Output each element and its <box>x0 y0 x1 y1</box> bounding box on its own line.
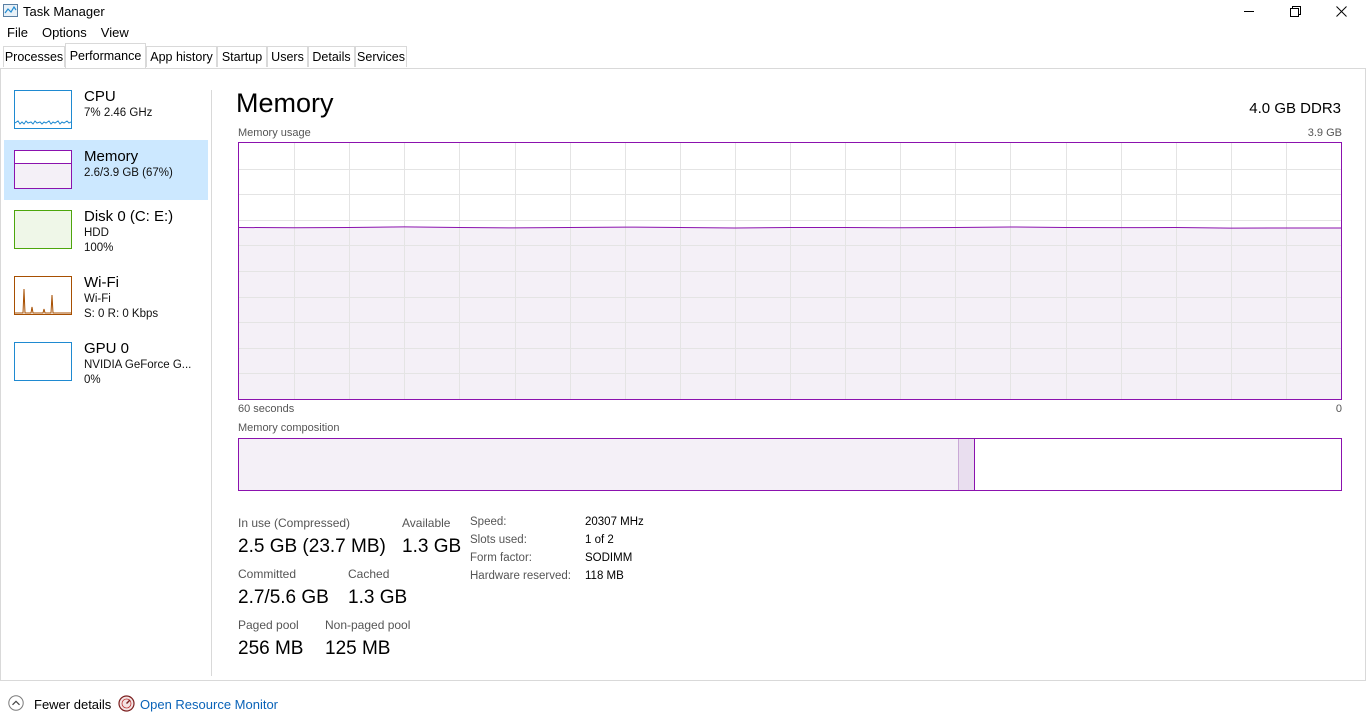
in-use-label: In use (Compressed) <box>238 516 351 530</box>
speed-value: 20307 MHz <box>585 516 644 528</box>
sidebar-item-detail: NVIDIA GeForce G... <box>84 359 192 371</box>
sidebar-item-detail: 0% <box>84 374 101 386</box>
sidebar-item-detail: S: 0 R: 0 Kbps <box>84 308 159 320</box>
memory-usage-plot <box>238 143 1341 399</box>
sidebar-item-memory[interactable]: Memory 2.6/3.9 GB (67%) <box>4 140 208 200</box>
minimize-button[interactable] <box>1226 0 1272 22</box>
task-manager-icon <box>3 4 18 17</box>
menu-file[interactable]: File <box>0 23 35 43</box>
sidebar-item-detail: HDD <box>84 227 109 239</box>
tab-bar: Processes Performance App history Startu… <box>0 43 1366 69</box>
close-button[interactable] <box>1318 0 1364 22</box>
footer-bar: Fewer details Open Resource Monitor <box>0 688 1366 720</box>
slots-used-label: Slots used: <box>470 534 527 546</box>
memory-usage-graph <box>238 142 1342 400</box>
sidebar-item-title: Memory <box>84 148 139 165</box>
non-paged-pool-label: Non-paged pool <box>325 618 411 632</box>
sidebar-item-cpu[interactable]: CPU 7% 2.46 GHz <box>4 80 208 140</box>
panel-divider <box>211 90 212 676</box>
menu-bar: File Options View <box>0 23 1366 43</box>
wifi-thumbnail-graph <box>14 276 72 315</box>
memory-composition-label: Memory composition <box>238 422 340 434</box>
memory-composition-bar <box>238 438 1342 491</box>
tab-details[interactable]: Details <box>308 46 355 67</box>
committed-label: Committed <box>238 567 297 581</box>
tab-app-history[interactable]: App history <box>146 46 217 67</box>
cached-label: Cached <box>348 567 390 581</box>
resource-monitor-icon[interactable] <box>118 695 135 712</box>
menu-view[interactable]: View <box>94 23 136 43</box>
cached-value: 1.3 GB <box>348 587 408 608</box>
tab-processes[interactable]: Processes <box>3 46 65 67</box>
gpu-thumbnail-graph <box>14 342 72 381</box>
available-label: Available <box>402 516 451 530</box>
title-bar: Task Manager <box>0 0 1366 22</box>
fewer-details-link[interactable]: Fewer details <box>34 697 111 712</box>
sidebar-item-title: GPU 0 <box>84 340 130 357</box>
menu-options[interactable]: Options <box>35 23 94 43</box>
composition-modified-segment <box>959 439 975 490</box>
window-title: Task Manager <box>23 4 105 19</box>
paged-pool-value: 256 MB <box>238 638 304 659</box>
composition-in-use-segment <box>239 439 959 490</box>
non-paged-pool-value: 125 MB <box>325 638 391 659</box>
sidebar-item-disk[interactable]: Disk 0 (C: E:) HDD 100% <box>4 200 208 266</box>
speed-label: Speed: <box>470 516 507 528</box>
committed-value: 2.7/5.6 GB <box>238 587 329 608</box>
memory-spec: 4.0 GB DDR3 <box>1249 100 1341 117</box>
sidebar-item-title: Wi-Fi <box>84 274 119 291</box>
restore-button[interactable] <box>1272 0 1318 22</box>
memory-usage-label: Memory usage <box>238 127 311 139</box>
sidebar-item-detail: 2.6/3.9 GB (67%) <box>84 167 173 179</box>
restore-icon <box>1289 5 1301 17</box>
available-value: 1.3 GB <box>402 536 462 557</box>
sidebar-item-detail: Wi-Fi <box>84 293 111 305</box>
slots-used-value: 1 of 2 <box>585 534 614 546</box>
hardware-reserved-value: 118 MB <box>585 570 624 582</box>
form-factor-value: SODIMM <box>585 552 633 564</box>
sidebar-item-detail: 100% <box>84 242 114 254</box>
memory-usage-max: 3.9 GB <box>1307 127 1342 139</box>
memory-thumbnail-graph <box>14 150 72 189</box>
tab-startup[interactable]: Startup <box>217 46 267 67</box>
cpu-thumbnail-graph <box>14 90 72 129</box>
minimize-icon <box>1243 10 1254 12</box>
paged-pool-label: Paged pool <box>238 618 299 632</box>
frame-border-left <box>0 68 1 680</box>
chevron-up-circle-icon[interactable] <box>8 695 24 711</box>
sidebar-item-title: Disk 0 (C: E:) <box>84 208 174 225</box>
sidebar-item-detail: 7% 2.46 GHz <box>84 107 153 119</box>
sidebar-item-gpu[interactable]: GPU 0 NVIDIA GeForce G... 0% <box>4 332 208 398</box>
form-factor-label: Form factor: <box>470 552 532 564</box>
disk-thumbnail-graph <box>14 210 72 249</box>
graph-time-right: 0 <box>1335 403 1342 415</box>
tab-performance[interactable]: Performance <box>65 43 146 68</box>
page-title: Memory <box>236 88 334 118</box>
in-use-value: 2.5 GB (23.7 MB) <box>238 536 386 557</box>
sidebar-item-title: CPU <box>84 88 116 105</box>
graph-time-left: 60 seconds <box>238 403 295 415</box>
open-resource-monitor-link[interactable]: Open Resource Monitor <box>140 697 278 712</box>
sidebar-item-wifi[interactable]: Wi-Fi Wi-Fi S: 0 R: 0 Kbps <box>4 266 208 332</box>
tab-services[interactable]: Services <box>355 46 407 67</box>
frame-border-bottom <box>0 680 1366 681</box>
hardware-reserved-label: Hardware reserved: <box>470 570 571 582</box>
close-icon <box>1335 5 1347 17</box>
tab-users[interactable]: Users <box>267 46 308 67</box>
